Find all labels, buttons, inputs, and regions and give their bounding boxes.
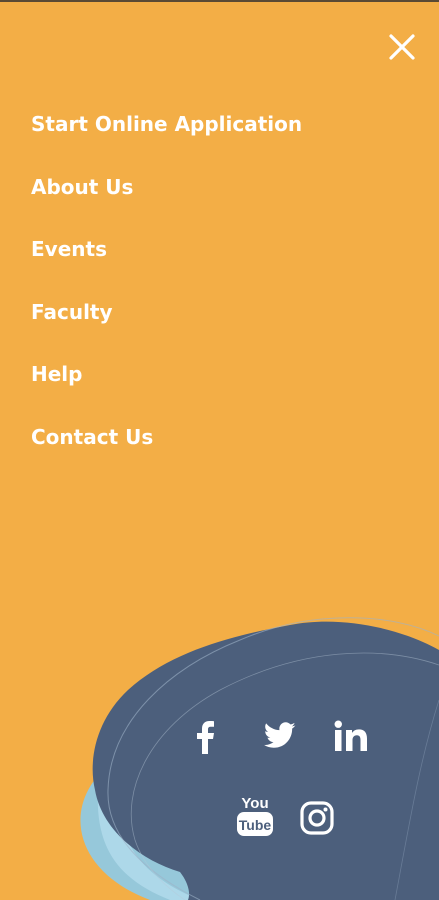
menu-item-help[interactable]: Help bbox=[31, 359, 302, 422]
menu-item-about-us[interactable]: About Us bbox=[31, 172, 302, 235]
youtube-link[interactable]: You Tube bbox=[234, 794, 276, 838]
menu-item-start-online-application[interactable]: Start Online Application bbox=[31, 109, 302, 172]
main-menu: Start Online Application About Us Events… bbox=[31, 109, 302, 484]
top-border bbox=[0, 0, 439, 2]
menu-item-contact-us[interactable]: Contact Us bbox=[31, 422, 302, 485]
menu-item-faculty[interactable]: Faculty bbox=[31, 297, 302, 360]
twitter-link[interactable] bbox=[260, 717, 300, 753]
close-button[interactable] bbox=[387, 32, 417, 62]
linkedin-link[interactable] bbox=[331, 716, 371, 756]
close-icon bbox=[389, 34, 415, 60]
instagram-icon bbox=[300, 801, 334, 835]
youtube-logo-you: You bbox=[241, 795, 268, 812]
youtube-icon: You Tube bbox=[237, 795, 273, 836]
youtube-logo-tube: Tube bbox=[239, 817, 272, 833]
facebook-icon bbox=[197, 721, 214, 754]
menu-item-events[interactable]: Events bbox=[31, 234, 302, 297]
linkedin-icon bbox=[334, 720, 367, 751]
instagram-link[interactable] bbox=[298, 799, 336, 837]
facebook-link[interactable] bbox=[188, 715, 222, 759]
twitter-icon bbox=[264, 721, 296, 748]
